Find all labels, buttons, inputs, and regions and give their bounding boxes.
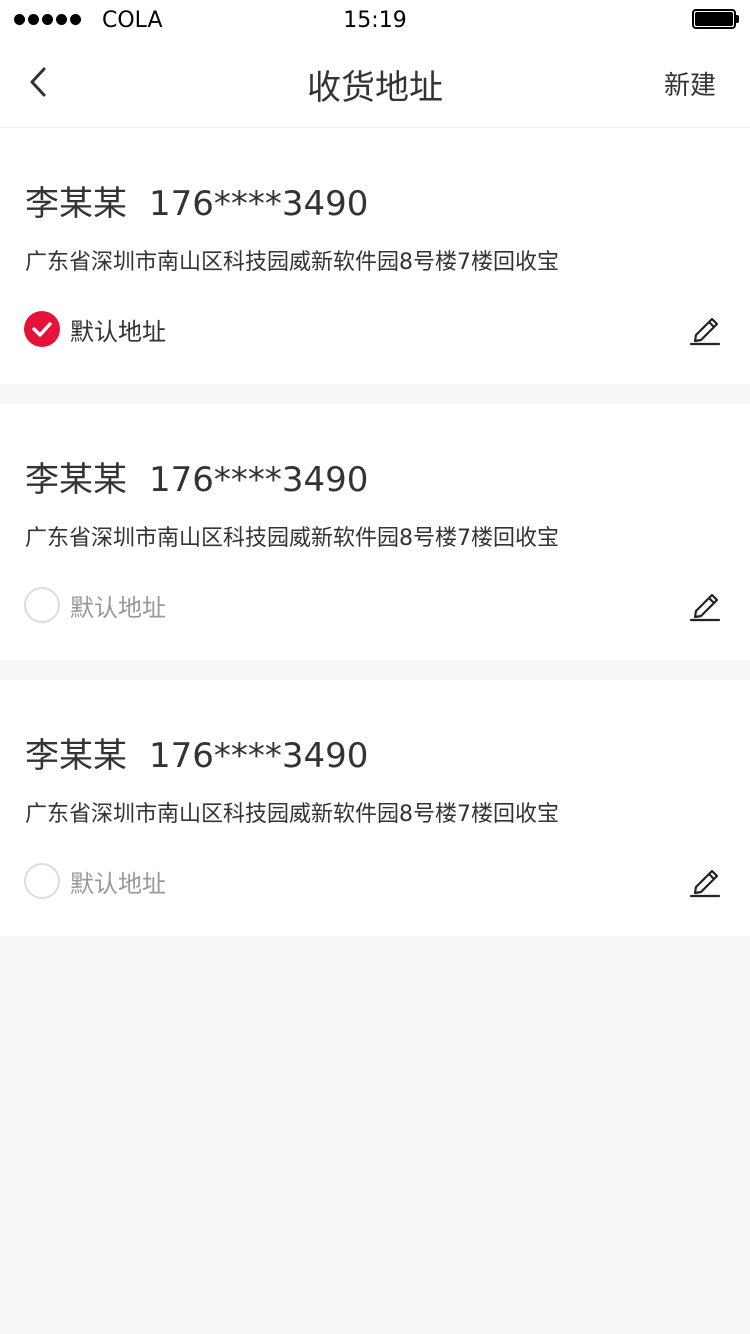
page-title: 收货地址	[307, 68, 443, 108]
contact-row: 李某某 176****3490	[25, 728, 368, 777]
address-list: 李某某 176****3490 广东省深圳市南山区科技园威新软件园8号楼7楼回收宝…	[0, 128, 750, 956]
unchecked-radio-icon[interactable]	[24, 863, 60, 899]
default-address-label: 默认地址	[70, 593, 166, 622]
edit-icon[interactable]	[688, 862, 722, 898]
contact-row: 李某某 176****3490	[25, 176, 368, 225]
battery-full-icon	[692, 9, 739, 29]
contact-name: 李某某	[25, 736, 127, 776]
contact-name: 李某某	[25, 184, 127, 224]
address-text: 广东省深圳市南山区科技园威新软件园8号楼7楼回收宝	[25, 802, 559, 827]
default-address-label: 默认地址	[70, 317, 166, 346]
address-text: 广东省深圳市南山区科技园威新软件园8号楼7楼回收宝	[25, 526, 559, 551]
default-address-label: 默认地址	[70, 869, 166, 898]
checked-radio-icon[interactable]	[24, 311, 60, 347]
unchecked-radio-icon[interactable]	[24, 587, 60, 623]
contact-name: 李某某	[25, 460, 127, 500]
status-bar: COLA 15:19	[0, 0, 750, 40]
contact-phone: 176****3490	[149, 736, 369, 776]
edit-icon[interactable]	[688, 586, 722, 622]
default-address-toggle[interactable]: 默认地址	[24, 862, 166, 900]
new-address-button[interactable]: 新建	[664, 65, 716, 102]
contact-row: 李某某 176****3490	[25, 452, 368, 501]
contact-phone: 176****3490	[149, 184, 369, 224]
address-card[interactable]: 李某某 176****3490 广东省深圳市南山区科技园威新软件园8号楼7楼回收宝…	[0, 128, 750, 384]
nav-bar: 收货地址 新建	[0, 40, 750, 128]
contact-phone: 176****3490	[149, 460, 369, 500]
address-text: 广东省深圳市南山区科技园威新软件园8号楼7楼回收宝	[25, 250, 559, 275]
status-time: 15:19	[343, 8, 407, 33]
default-address-toggle[interactable]: 默认地址	[24, 310, 166, 348]
edit-icon[interactable]	[688, 310, 722, 346]
address-card[interactable]: 李某某 176****3490 广东省深圳市南山区科技园威新软件园8号楼7楼回收宝…	[0, 680, 750, 936]
address-card[interactable]: 李某某 176****3490 广东省深圳市南山区科技园威新软件园8号楼7楼回收宝…	[0, 404, 750, 660]
default-address-toggle[interactable]: 默认地址	[24, 586, 166, 624]
